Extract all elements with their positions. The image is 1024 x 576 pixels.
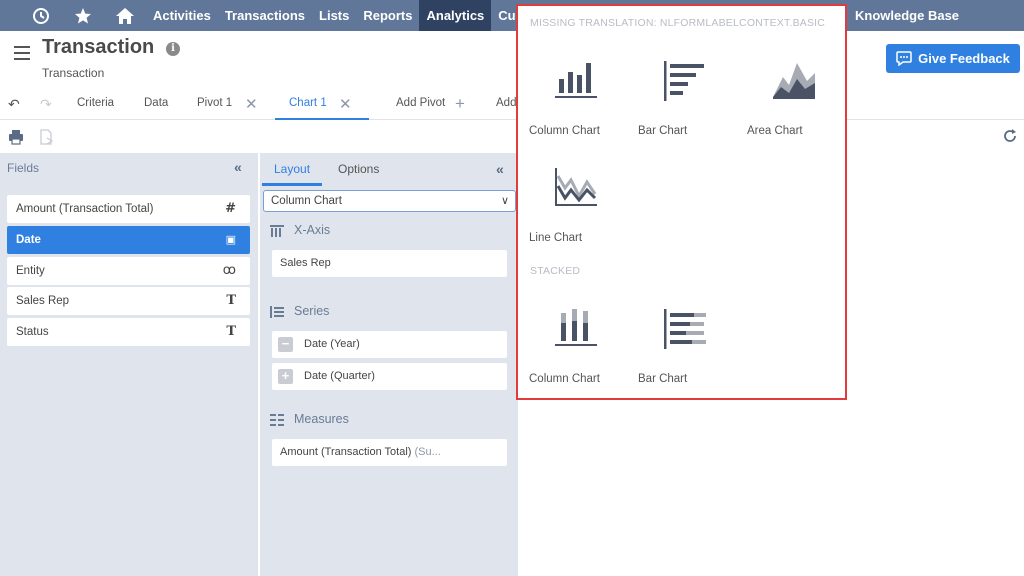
x-axis-title: X-Axis (294, 223, 331, 237)
chevron-down-icon: ∨ (500, 195, 509, 207)
home-icon[interactable] (104, 0, 146, 31)
field-date[interactable]: Date ▣ (7, 226, 250, 254)
series-icon (270, 306, 284, 318)
give-feedback-button[interactable]: Give Feedback (886, 44, 1020, 73)
redo-icon[interactable]: ↷ (40, 96, 52, 113)
nav-activities[interactable]: Activities (146, 0, 218, 31)
measure-item-label: Amount (Transaction Total) (280, 446, 412, 458)
printer-icon[interactable] (8, 129, 24, 145)
close-chart-1-icon[interactable]: ✕ (339, 95, 352, 113)
page-subtitle: Transaction (42, 66, 105, 80)
series-item[interactable]: − Date (Year) (272, 331, 507, 358)
stacked-bar-chart-label: Bar Chart (638, 373, 688, 385)
collapse-fields-icon[interactable]: « (234, 159, 242, 175)
column-chart-icon (555, 63, 597, 98)
series-item-label: Date (Year) (304, 338, 360, 350)
measure-item[interactable]: Amount (Transaction Total) (Su... (272, 439, 507, 466)
nav-analytics[interactable]: Analytics (419, 0, 492, 31)
column-chart-label: Column Chart (529, 125, 600, 137)
stacked-bar-chart-icon (664, 309, 706, 349)
field-status[interactable]: Status T (7, 318, 250, 346)
line-chart-option[interactable]: Line Chart (529, 168, 629, 258)
measures-icon (270, 414, 284, 426)
expand-plus-icon[interactable]: + (278, 369, 293, 384)
field-label: Sales Rep (16, 295, 70, 307)
chart-type-select[interactable]: Column Chart ∨ (263, 190, 516, 212)
tab-add-pivot[interactable]: Add Pivot (396, 90, 445, 120)
stacked-section-header: STACKED (530, 265, 581, 277)
layout-panel: Layout Options « Column Chart ∨ X-Axis S… (260, 153, 518, 576)
tab-data[interactable]: Data (144, 90, 168, 120)
line-chart-label: Line Chart (529, 232, 583, 244)
tab-add-chart[interactable]: Add (496, 90, 516, 120)
nav-knowledge-base[interactable]: Knowledge Base (855, 0, 959, 31)
measure-aggregation: (Su... (411, 446, 441, 458)
menu-hamburger-icon[interactable] (14, 46, 30, 60)
export-icon[interactable] (38, 129, 54, 145)
chart-type-menu: MISSING TRANSLATION: NLFORMLABELCONTEXT.… (516, 4, 847, 400)
field-sales-rep[interactable]: Sales Rep T (7, 287, 250, 315)
nav-lists[interactable]: Lists (312, 0, 356, 31)
recent-records-icon[interactable] (20, 0, 62, 31)
tab-criteria[interactable]: Criteria (77, 90, 114, 120)
line-chart-icon (555, 168, 597, 206)
tab-chart-1[interactable]: Chart 1 (275, 90, 369, 120)
series-item[interactable]: + Date (Quarter) (272, 363, 507, 390)
series-title: Series (294, 304, 330, 318)
tab-options[interactable]: Options (326, 153, 391, 186)
measures-title: Measures (294, 412, 349, 426)
number-type-icon: # (225, 201, 236, 216)
top-navigation: Activities Transactions Lists Reports An… (0, 0, 1024, 31)
collapse-minus-icon[interactable]: − (278, 337, 293, 352)
tab-layout[interactable]: Layout (262, 153, 323, 186)
column-chart-option[interactable]: Column Chart (529, 61, 629, 151)
bar-chart-icon (664, 61, 704, 101)
stacked-bar-chart-option[interactable]: Bar Chart (638, 309, 738, 399)
nav-transactions[interactable]: Transactions (218, 0, 312, 31)
chart-type-value: Column Chart (271, 195, 342, 207)
field-label: Status (16, 326, 49, 338)
text-type-icon: T (226, 293, 236, 308)
stacked-column-chart-label: Column Chart (529, 373, 600, 385)
basic-section-header: MISSING TRANSLATION: NLFORMLABELCONTEXT.… (530, 17, 826, 29)
nav-reports[interactable]: Reports (356, 0, 419, 31)
area-chart-label: Area Chart (747, 125, 803, 137)
stacked-column-chart-icon (555, 309, 597, 346)
area-chart-icon (773, 63, 815, 99)
text-type-icon: T (226, 324, 236, 339)
entity-type-icon: ꝏ (222, 263, 236, 278)
info-icon[interactable]: i (166, 42, 180, 56)
refresh-icon[interactable] (1002, 128, 1018, 144)
area-chart-option[interactable]: Area Chart (747, 61, 847, 151)
close-pivot-1-icon[interactable]: ✕ (245, 95, 258, 113)
collapse-layout-icon[interactable]: « (496, 161, 504, 177)
field-label: Amount (Transaction Total) (16, 203, 154, 215)
date-type-icon: ▣ (225, 233, 236, 246)
x-axis-item[interactable]: Sales Rep (272, 250, 507, 277)
fields-panel: Fields « Amount (Transaction Total) # Da… (0, 153, 258, 576)
undo-icon[interactable]: ↶ (8, 96, 20, 113)
page-title: Transaction (42, 36, 155, 58)
tab-pivot-1[interactable]: Pivot 1 (197, 90, 232, 120)
stacked-column-chart-option[interactable]: Column Chart (529, 309, 629, 399)
field-label: Date (16, 234, 41, 246)
workbook-tabs: ↶ ↷ Criteria Data Pivot 1 ✕ Chart 1 ✕ Ad… (0, 90, 1024, 120)
field-label: Entity (16, 265, 45, 277)
bar-chart-label: Bar Chart (638, 125, 688, 137)
give-feedback-label: Give Feedback (918, 51, 1010, 66)
bar-chart-option[interactable]: Bar Chart (638, 61, 738, 151)
add-pivot-plus-icon[interactable]: + (455, 94, 465, 114)
fields-panel-title: Fields (7, 161, 40, 175)
tab-chart-1-label: Chart 1 (289, 97, 327, 109)
series-item-label: Date (Quarter) (304, 370, 375, 382)
field-entity[interactable]: Entity ꝏ (7, 257, 250, 285)
field-amount[interactable]: Amount (Transaction Total) # (7, 195, 250, 223)
feedback-chat-icon (896, 51, 912, 66)
x-axis-icon (270, 225, 284, 237)
favorites-star-icon[interactable] (62, 0, 104, 31)
